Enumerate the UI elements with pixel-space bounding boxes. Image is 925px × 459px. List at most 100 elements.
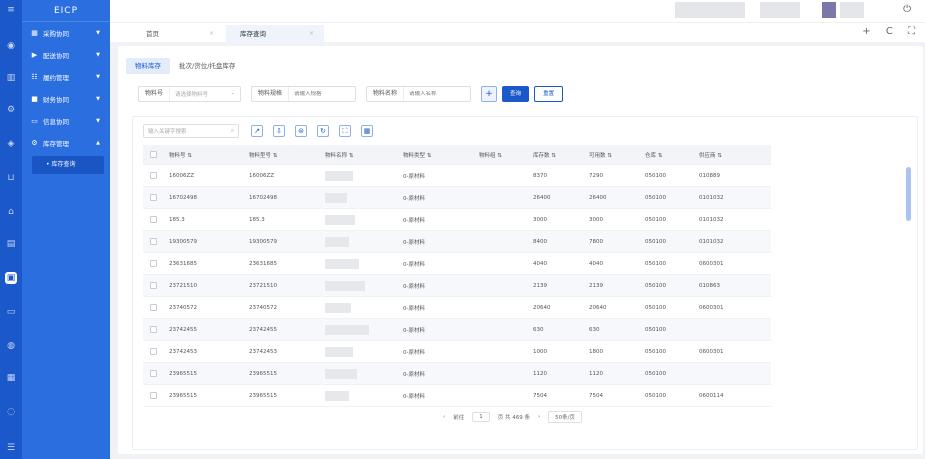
sidebar-subitem-stock-query[interactable]: • 库存查询 <box>32 156 104 174</box>
table-row[interactable]: 23740572 23740572 0-原材料 20640 20640 050100 060… <box>143 297 771 319</box>
row-checkbox[interactable] <box>149 282 157 289</box>
page-number-input[interactable]: 1 <box>472 412 490 422</box>
cell-available-qty: 4040 <box>589 260 603 267</box>
row-checkbox[interactable] <box>149 392 157 399</box>
subtab-batch-stock[interactable]: 批次/货位/托盘库存 <box>170 58 244 74</box>
export-icon[interactable]: ↗ <box>251 125 263 137</box>
page-size-select[interactable]: 50条/页 <box>548 411 583 423</box>
user-info-blurred <box>760 2 800 18</box>
cell-warehouse: 050100 <box>645 282 666 289</box>
list-icon[interactable]: ☰ <box>5 442 17 454</box>
table-row[interactable]: 23742455 23742455 0-原材料 630 630 050100 <box>143 319 771 341</box>
table-row[interactable]: 23631685 23631685 0-原材料 4040 4040 050100 06003… <box>143 253 771 275</box>
cell-material-name-blurred <box>319 390 397 401</box>
bag-icon[interactable]: ◍ <box>5 340 17 352</box>
header-material-no[interactable]: 物料号 ⇅ <box>163 151 243 159</box>
material-no-select[interactable]: 请选择物料号 ⌄ <box>170 90 240 98</box>
link-icon[interactable]: ◌ <box>5 406 17 418</box>
sidebar-item-fulfillment[interactable]: ☷ 履约管理 ▼ <box>22 66 110 88</box>
sidebar-item-info[interactable]: ▭ 信息协同 ▼ <box>22 110 110 132</box>
doc-icon[interactable]: ▭ <box>5 306 17 318</box>
sidebar-item-label: 履约管理 <box>43 74 69 82</box>
import-icon[interactable]: ⇩ <box>273 125 285 137</box>
row-checkbox[interactable] <box>149 194 157 201</box>
fullscreen-icon[interactable]: ⛶ <box>339 125 351 137</box>
table-row[interactable]: 23742453 23742453 0-原材料 1000 1800 050100 06003… <box>143 341 771 363</box>
material-spec-input[interactable] <box>289 91 356 97</box>
cell-material-type: 0-原材料 <box>403 239 425 246</box>
columns-icon[interactable]: ▦ <box>361 125 373 137</box>
row-checkbox[interactable] <box>149 216 157 223</box>
avatar[interactable] <box>822 2 836 18</box>
table-row[interactable]: 16006ZZ 16006ZZ 0-原材料 8370 7290 050100 010889 <box>143 165 771 187</box>
warehouse-icon: ⚙ <box>31 139 38 147</box>
prev-page-button[interactable]: ‹ <box>443 414 445 420</box>
cell-supplier: 0101032 <box>699 216 724 223</box>
header-material-model[interactable]: 物料型号 ⇅ <box>243 151 319 159</box>
row-checkbox[interactable] <box>149 326 157 333</box>
cell-material-model: 23742453 <box>249 348 277 355</box>
scrollbar[interactable] <box>906 145 911 385</box>
gear-icon[interactable]: ⚙ <box>5 104 17 116</box>
table-row[interactable]: 23965515 23965515 0-原材料 1120 1120 050100 <box>143 363 771 385</box>
expand-filters-button[interactable]: + <box>481 86 498 102</box>
header-material-group[interactable]: 物料组 ⇅ <box>473 151 527 159</box>
cart-icon[interactable]: ⊔ <box>5 172 17 184</box>
cell-material-model: 23965515 <box>249 370 277 377</box>
circle-icon[interactable]: ◉ <box>5 40 17 52</box>
cell-material-no: 23721510 <box>169 282 197 289</box>
close-icon[interactable]: × <box>209 25 214 43</box>
scrollbar-thumb[interactable] <box>906 167 911 221</box>
row-checkbox[interactable] <box>149 238 157 245</box>
sidebar-item-inventory[interactable]: ⚙ 库存管理 ▲ <box>22 132 110 154</box>
sidebar-item-delivery[interactable]: ▶ 配送协同 ▼ <box>22 44 110 66</box>
tab-stock-query[interactable]: 库存查询 × <box>226 25 324 43</box>
table-row[interactable]: 16702498 16702498 0-原材料 26400 26400 050100 010… <box>143 187 771 209</box>
print-icon[interactable]: ⊜ <box>295 125 307 137</box>
row-checkbox[interactable] <box>149 370 157 377</box>
select-all-checkbox[interactable] <box>149 151 157 158</box>
header-supplier[interactable]: 供应商 ⇅ <box>693 151 751 159</box>
close-icon[interactable]: × <box>309 25 314 43</box>
header-material-type[interactable]: 物料类型 ⇅ <box>397 151 473 159</box>
table-row[interactable]: 19300579 19300579 0-原材料 8400 7800 050100 01010… <box>143 231 771 253</box>
cell-available-qty: 7800 <box>589 238 603 245</box>
table-row[interactable]: 23965515 23965515 0-原材料 7504 7504 050100 06001… <box>143 385 771 407</box>
cell-material-no: 23965515 <box>169 392 197 399</box>
table-row[interactable]: 185.3 185.3 0-原材料 3000 3000 050100 0101032 <box>143 209 771 231</box>
refresh-icon[interactable]: ↻ <box>317 125 329 137</box>
cell-material-type: 0-原材料 <box>403 173 425 180</box>
header-material-name[interactable]: 物料名称 ⇅ <box>319 151 397 159</box>
reset-button[interactable]: 重置 <box>534 86 564 102</box>
row-checkbox[interactable] <box>149 172 157 179</box>
home-icon[interactable]: ⌂ <box>5 206 17 218</box>
query-button[interactable]: 查询 <box>502 86 530 102</box>
cell-material-name-blurred <box>319 214 397 225</box>
header-warehouse[interactable]: 仓库 ⇅ <box>639 151 693 159</box>
cell-material-name-blurred <box>319 192 397 203</box>
sidebar-item-finance[interactable]: ■ 财务协同 ▼ <box>22 88 110 110</box>
header-available-qty[interactable]: 可用数 ⇅ <box>583 151 639 159</box>
chart-icon[interactable]: ▥ <box>5 72 17 84</box>
subtab-material-stock[interactable]: 物料库存 <box>126 58 170 74</box>
building-icon[interactable]: ▤ <box>5 238 17 250</box>
row-checkbox[interactable] <box>149 304 157 311</box>
table-icon: ▦ <box>31 29 38 37</box>
cell-material-name-blurred <box>319 346 397 357</box>
shield-icon[interactable]: ◈ <box>5 138 17 150</box>
tab-actions[interactable]: + C ⛶ <box>862 26 921 37</box>
header-stock-qty[interactable]: 库存数 ⇅ <box>527 151 583 159</box>
keyword-search-input[interactable]: 输入关键字搜索 ⌕ <box>143 124 239 138</box>
next-page-button[interactable]: › <box>538 414 540 420</box>
cell-material-no: 19300579 <box>169 238 197 245</box>
menu-icon[interactable]: ≡ <box>5 4 17 16</box>
tab-home[interactable]: 首页 × <box>132 25 224 43</box>
material-name-input[interactable] <box>404 91 471 97</box>
sidebar-item-purchase[interactable]: ▦ 采购协同 ▼ <box>22 22 110 44</box>
table-row[interactable]: 23721510 23721510 0-原材料 2139 2139 050100 01086… <box>143 275 771 297</box>
row-checkbox[interactable] <box>149 348 157 355</box>
calendar-icon[interactable]: ▦ <box>5 372 17 384</box>
power-icon[interactable]: ⏻ <box>903 4 911 15</box>
box-icon[interactable]: ▣ <box>5 272 17 284</box>
row-checkbox[interactable] <box>149 260 157 267</box>
